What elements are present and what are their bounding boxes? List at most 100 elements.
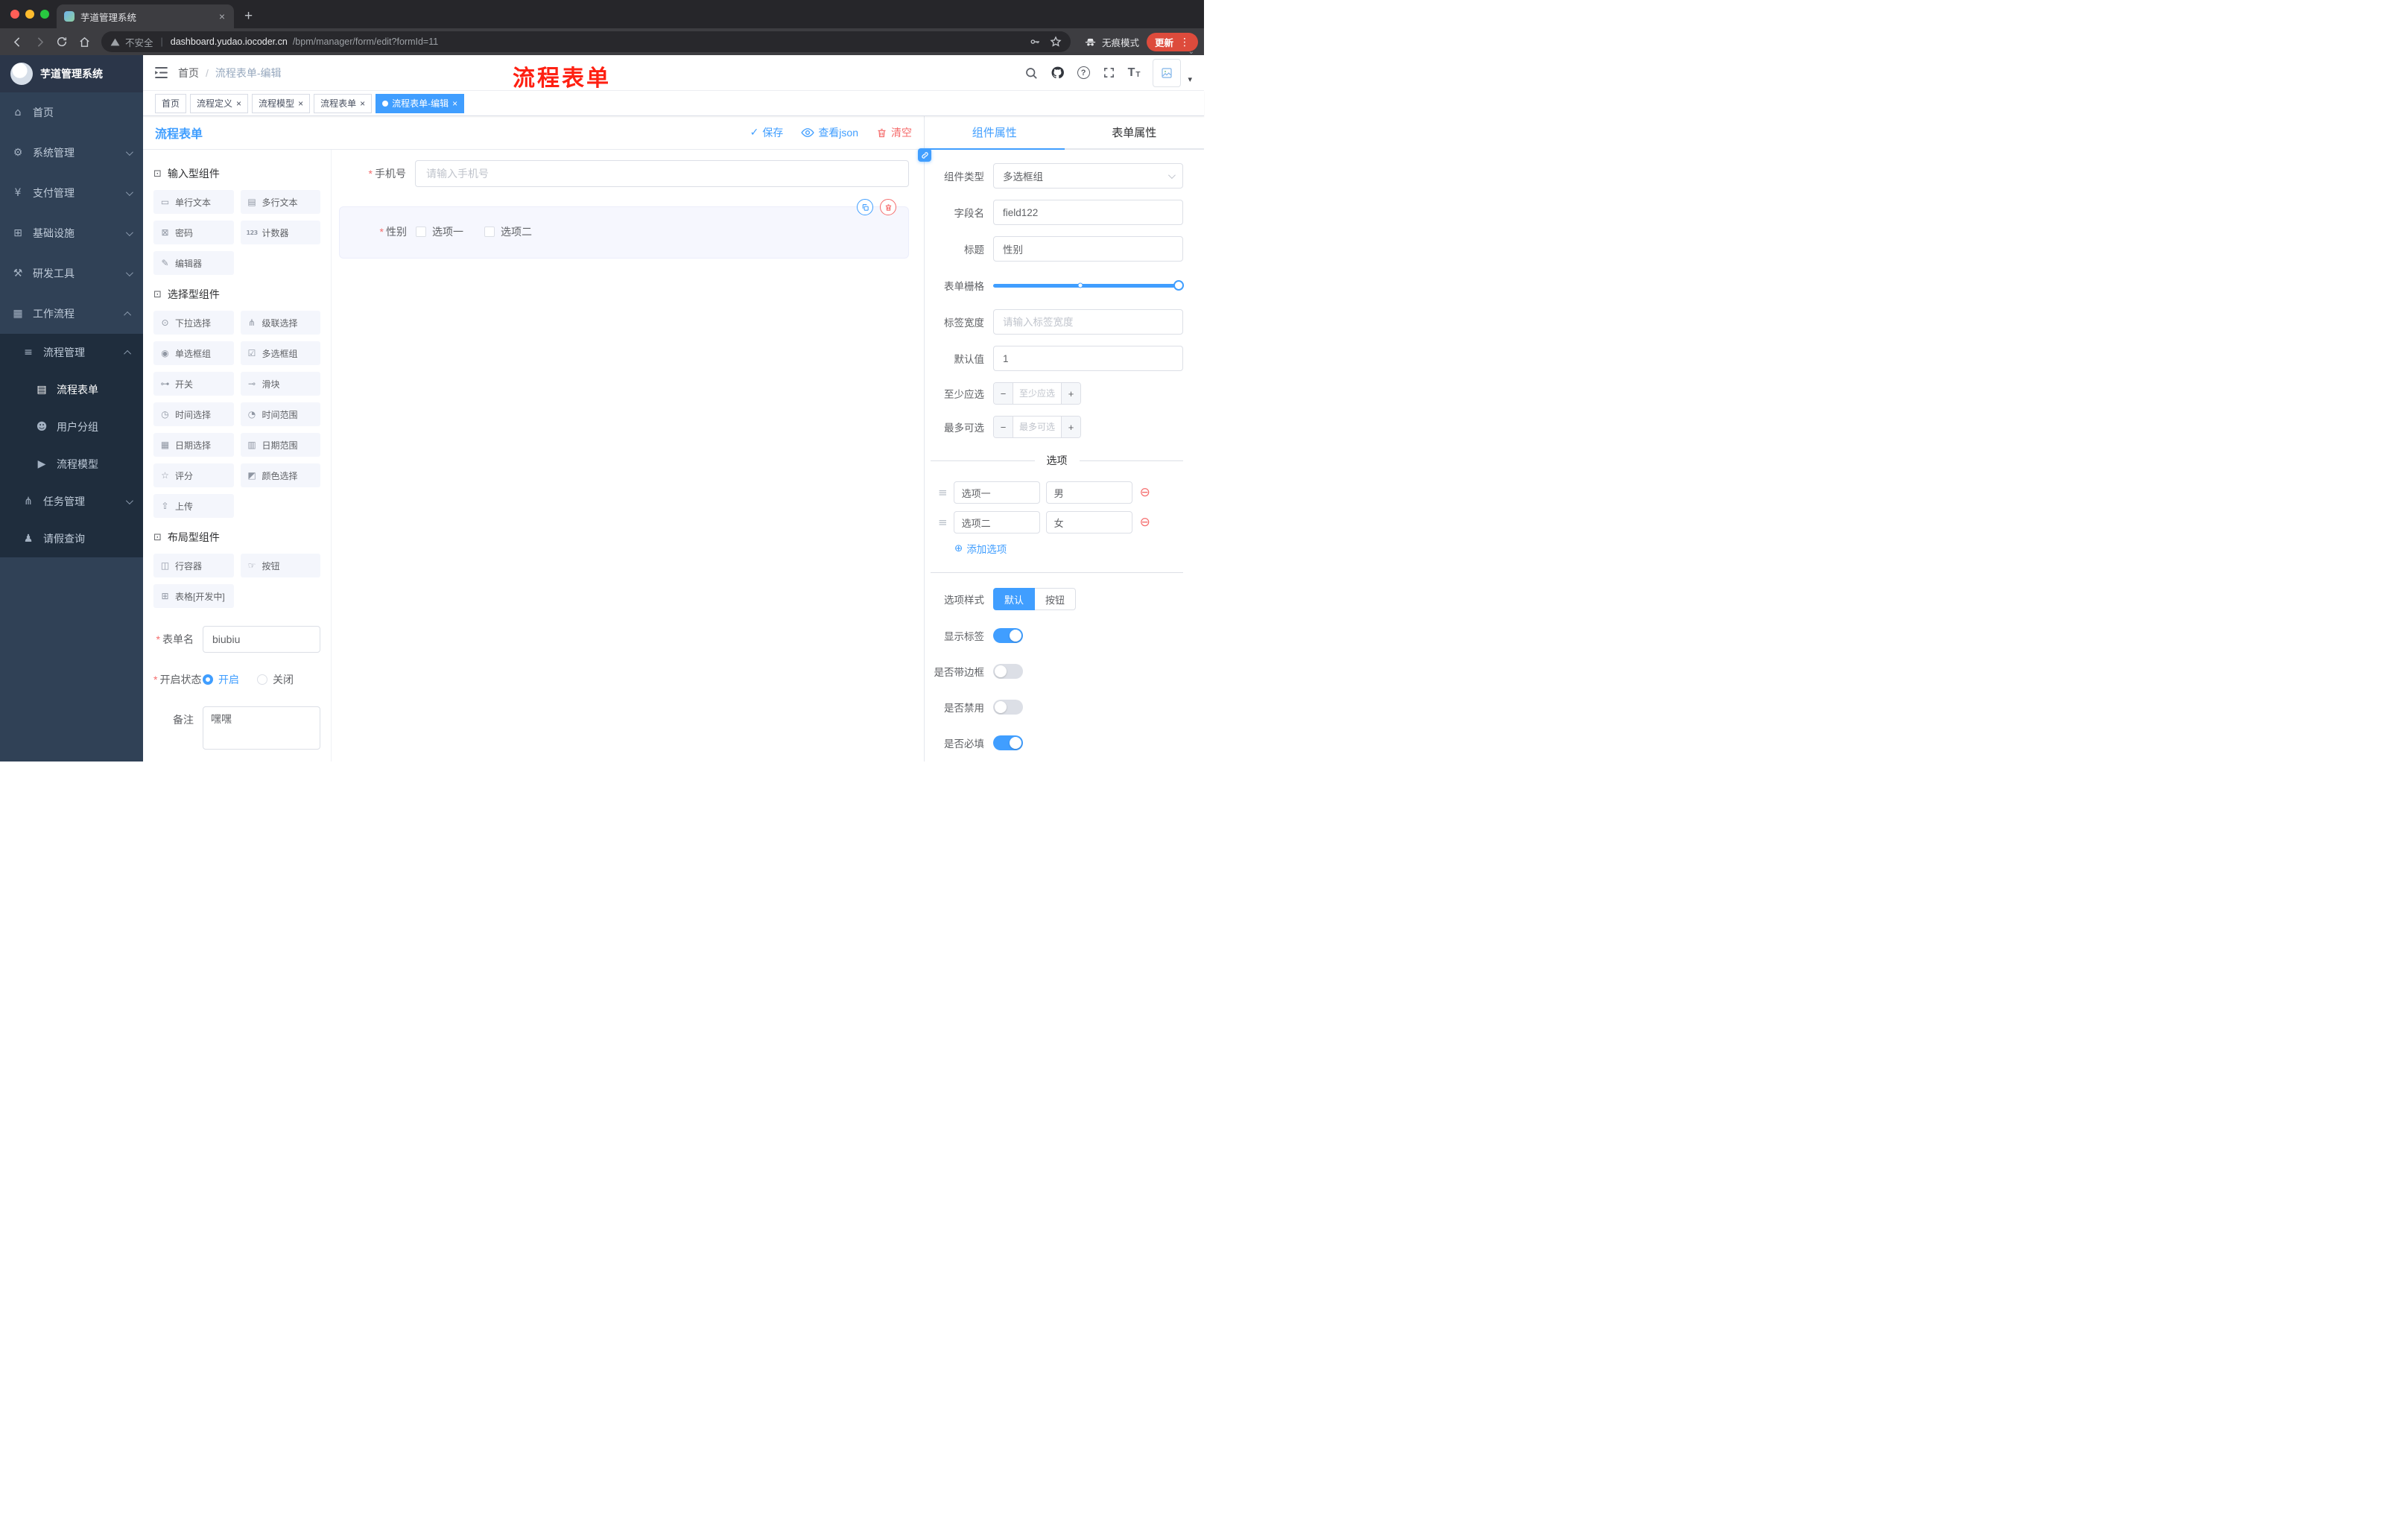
close-icon[interactable]: ×: [236, 99, 241, 108]
window-close-button[interactable]: [10, 10, 19, 19]
option-label-input[interactable]: [953, 511, 1040, 533]
form-grid-slider[interactable]: [993, 273, 1184, 298]
option-value-input[interactable]: [1045, 511, 1132, 533]
add-option-button[interactable]: ⊕ 添加选项: [954, 541, 1183, 556]
plus-button[interactable]: +: [1061, 383, 1080, 404]
required-toggle[interactable]: [993, 735, 1023, 750]
back-button[interactable]: [6, 31, 28, 52]
clear-button[interactable]: 清空: [876, 125, 912, 140]
sidebar-item-infrastructure[interactable]: ⊞ 基础设施: [0, 213, 143, 253]
form-name-input[interactable]: [203, 626, 320, 653]
palette-item-date-range[interactable]: ▥ 日期范围: [240, 433, 320, 457]
minus-button[interactable]: −: [994, 383, 1013, 404]
drag-handle-icon[interactable]: ≡: [938, 516, 948, 529]
sidebar-item-process-model[interactable]: ▶ 流程模型: [0, 446, 143, 483]
forward-button[interactable]: [28, 31, 51, 52]
close-icon[interactable]: ×: [298, 99, 303, 108]
palette-item-color-picker[interactable]: ◩ 颜色选择: [240, 463, 320, 487]
palette-item-password[interactable]: ⊠ 密码: [153, 221, 234, 244]
tag-process-definition[interactable]: 流程定义 ×: [190, 93, 249, 113]
close-icon[interactable]: ×: [452, 99, 457, 108]
phone-field-widget[interactable]: * 手机号: [339, 160, 909, 187]
palette-item-switch[interactable]: ⊶ 开关: [153, 372, 234, 396]
tag-process-form-edit[interactable]: 流程表单-编辑 ×: [376, 93, 465, 113]
delete-widget-button[interactable]: [880, 199, 896, 215]
show-label-toggle[interactable]: [993, 628, 1023, 643]
form-canvas[interactable]: * 手机号 请输入手机号 * 性别 选项一 选项二: [332, 150, 924, 762]
tab-component-props[interactable]: 组件属性: [925, 116, 1065, 150]
sidebar-item-task-management[interactable]: ⋔ 任务管理: [0, 483, 143, 520]
phone-input[interactable]: [415, 160, 909, 187]
tab-close-icon[interactable]: ×: [218, 10, 226, 22]
palette-item-checkbox-group[interactable]: ☑ 多选框组: [240, 341, 320, 365]
sidebar-item-leave-query[interactable]: ♟ 请假查询: [0, 520, 143, 557]
bookmark-star-icon[interactable]: [1050, 36, 1062, 48]
palette-item-multi-line-text[interactable]: ▤ 多行文本: [240, 190, 320, 214]
tag-process-form[interactable]: 流程表单 ×: [314, 93, 373, 113]
with-border-toggle[interactable]: [993, 664, 1023, 679]
sidebar-item-dev-tools[interactable]: ⚒ 研发工具: [0, 253, 143, 294]
slider-handle[interactable]: [1173, 280, 1184, 291]
tag-process-model[interactable]: 流程模型 ×: [252, 93, 311, 113]
status-radio-off[interactable]: 关闭: [257, 672, 294, 687]
option-style-button-button[interactable]: 按钮: [1035, 588, 1077, 610]
palette-item-date-picker[interactable]: ▦ 日期选择: [153, 433, 234, 457]
minus-button[interactable]: −: [994, 417, 1013, 437]
chevron-down-icon[interactable]: ⌄: [1188, 48, 1194, 56]
close-icon[interactable]: ×: [360, 99, 365, 108]
form-remark-textarea[interactable]: 嘿嘿: [203, 706, 320, 750]
window-zoom-button[interactable]: [40, 10, 49, 19]
address-bar[interactable]: 不安全 | dashboard.yudao.iocoder.cn /bpm/ma…: [101, 31, 1071, 52]
sidebar-item-home[interactable]: ⌂ 首页: [0, 92, 143, 133]
option-label-input[interactable]: [953, 481, 1040, 504]
help-icon[interactable]: ?: [1077, 66, 1090, 79]
home-button[interactable]: [73, 31, 95, 52]
link-icon[interactable]: [918, 148, 931, 162]
window-minimize-button[interactable]: [25, 10, 34, 19]
palette-item-time-range[interactable]: ◔ 时间范围: [240, 402, 320, 426]
sidebar-item-system-management[interactable]: ⚙ 系统管理: [0, 133, 143, 173]
tag-home[interactable]: 首页: [155, 93, 187, 113]
max-select-input[interactable]: [1013, 417, 1061, 437]
caret-down-icon[interactable]: ▾: [1188, 75, 1192, 84]
palette-item-rate[interactable]: ☆ 评分: [153, 463, 234, 487]
palette-item-button[interactable]: ☞ 按钮: [240, 554, 320, 577]
sidebar-item-user-group[interactable]: ☻ 用户分组: [0, 408, 143, 446]
component-type-select[interactable]: 多选框组: [993, 163, 1183, 189]
option-style-default-button[interactable]: 默认: [993, 588, 1036, 610]
palette-item-editor[interactable]: ✎ 编辑器: [153, 251, 234, 275]
browser-menu-icon[interactable]: ⋮: [1179, 36, 1190, 48]
sidebar-item-workflow[interactable]: ▦ 工作流程: [0, 294, 143, 334]
new-tab-button[interactable]: +: [244, 9, 253, 23]
browser-tab[interactable]: 芋道管理系统 ×: [57, 4, 234, 28]
sidebar-logo-row[interactable]: 芋道管理系统: [0, 55, 143, 92]
palette-item-slider[interactable]: ⊸ 滑块: [240, 372, 320, 396]
font-size-icon[interactable]: TT: [1128, 66, 1141, 79]
gender-option-2-checkbox[interactable]: 选项二: [484, 224, 532, 239]
plus-button[interactable]: +: [1061, 417, 1080, 437]
palette-item-single-line-text[interactable]: ▭ 单行文本: [153, 190, 234, 214]
sidebar-item-process-management[interactable]: ≡ 流程管理: [0, 334, 143, 371]
palette-item-upload[interactable]: ⇧ 上传: [153, 494, 234, 518]
copy-widget-button[interactable]: [857, 199, 873, 215]
gender-option-1-checkbox[interactable]: 选项一: [416, 224, 463, 239]
fullscreen-icon[interactable]: [1103, 66, 1115, 79]
github-icon[interactable]: [1051, 66, 1065, 80]
sidebar-item-process-form[interactable]: ▤ 流程表单: [0, 371, 143, 408]
hamburger-icon[interactable]: [155, 67, 168, 78]
sidebar-item-payment-management[interactable]: ¥ 支付管理: [0, 173, 143, 213]
palette-item-radio-group[interactable]: ◉ 单选框组: [153, 341, 234, 365]
palette-item-row-container[interactable]: ◫ 行容器: [153, 554, 234, 577]
remove-option-icon[interactable]: ⊖: [1140, 486, 1150, 499]
gender-field-widget-selected[interactable]: * 性别 选项一 选项二: [339, 199, 909, 259]
drag-handle-icon[interactable]: ≡: [938, 486, 948, 499]
field-name-input[interactable]: [993, 200, 1183, 225]
save-button[interactable]: ✓ 保存: [750, 125, 784, 140]
palette-item-time-picker[interactable]: ◷ 时间选择: [153, 402, 234, 426]
title-input[interactable]: [993, 236, 1183, 262]
avatar[interactable]: [1153, 58, 1182, 87]
password-key-icon[interactable]: [1029, 36, 1041, 48]
palette-item-counter[interactable]: 123 计数器: [240, 221, 320, 244]
palette-item-select[interactable]: ⊙ 下拉选择: [153, 311, 234, 335]
remove-option-icon[interactable]: ⊖: [1140, 516, 1150, 529]
